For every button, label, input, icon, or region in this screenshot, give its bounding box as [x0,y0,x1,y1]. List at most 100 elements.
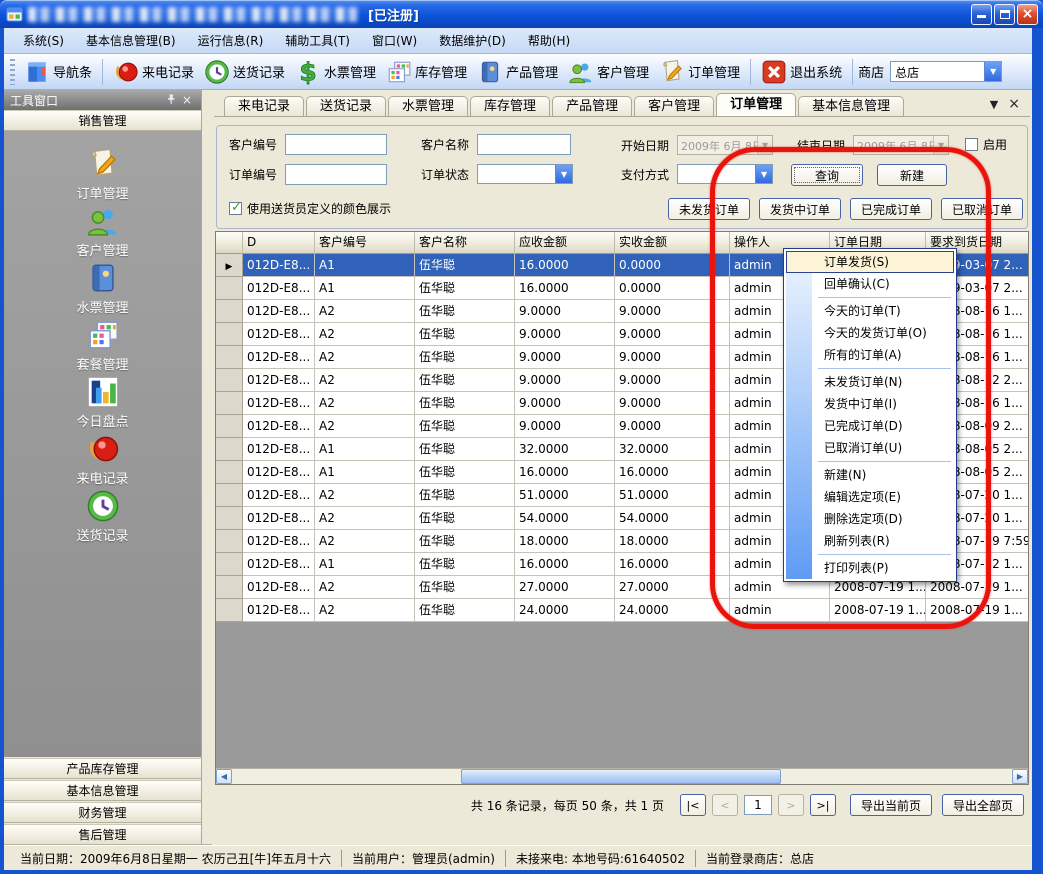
sidebar-item-customer-mgmt[interactable]: 客户管理 [4,204,201,261]
row-selector[interactable] [216,484,243,507]
customer-name-input[interactable] [477,134,571,155]
column-header[interactable]: 应收金额 [515,232,615,254]
scroll-right-icon[interactable]: ▶ [1012,769,1028,784]
color-checkbox-box[interactable] [229,202,242,215]
row-selector[interactable] [216,507,243,530]
tab[interactable]: 基本信息管理 [798,96,904,116]
first-page-button[interactable]: |< [680,794,706,816]
toolbar-call-records-button[interactable]: 来电记录 [108,57,199,87]
sidebar-item-order-mgmt[interactable]: 订单管理 [4,147,201,204]
row-selector[interactable] [216,300,243,323]
status-filter-button[interactable]: 已取消订单 [941,198,1023,220]
tab[interactable]: 订单管理 [716,93,796,116]
tab[interactable]: 来电记录 [224,96,304,116]
sidebar-item-water-ticket-mgmt[interactable]: 水票管理 [4,261,201,318]
last-page-button[interactable]: >| [810,794,836,816]
row-selector[interactable] [216,599,243,622]
toolbar-product-button[interactable]: 产品管理 [472,57,563,87]
context-menu-item[interactable]: 所有的订单(A) [786,344,954,366]
close-button[interactable]: × [1017,4,1038,25]
column-header[interactable]: 实收金额 [615,232,730,254]
sidebar-item-delivery-records[interactable]: 送货记录 [4,489,201,546]
new-button[interactable]: 新建 [877,164,947,186]
context-menu-item[interactable]: 打印列表(P) [786,557,954,579]
row-selector[interactable] [216,254,243,277]
row-selector[interactable] [216,415,243,438]
restore-button[interactable] [994,4,1015,25]
chevron-down-icon[interactable]: ▼ [755,165,772,183]
table-row[interactable]: 012D-E8... A2 伍华聪 24.0000 24.0000 admin … [216,599,1028,622]
toolbar-exit-button[interactable]: 退出系统 [756,57,847,87]
row-selector[interactable] [216,461,243,484]
tab[interactable]: 客户管理 [634,96,714,116]
export-all-pages-button[interactable]: 导出全部页 [942,794,1024,816]
start-date-picker[interactable]: 2009年 6月 8日 ▼ [677,135,773,155]
sidebar-group[interactable]: 产品库存管理 [4,758,201,779]
tab[interactable]: 产品管理 [552,96,632,116]
context-menu-item[interactable]: 已完成订单(D) [786,415,954,437]
row-selector[interactable] [216,323,243,346]
tab-dropdown-icon[interactable]: ▼ [990,98,998,111]
sidebar-group[interactable]: 财务管理 [4,802,201,823]
toolbar-inventory-button[interactable]: 库存管理 [381,57,472,87]
menu-item[interactable]: 窗口(W) [361,29,428,52]
context-menu-item[interactable]: 订单发货(S) [786,251,954,273]
row-selector[interactable] [216,277,243,300]
scroll-left-icon[interactable]: ◀ [216,769,232,784]
toolbar-delivery-records-button[interactable]: 送货记录 [199,57,290,87]
chevron-down-icon[interactable]: ▼ [555,165,572,183]
order-status-select[interactable]: ▼ [477,164,573,184]
column-header[interactable]: 客户名称 [415,232,515,254]
close-icon[interactable]: × [179,93,195,107]
context-menu-item[interactable]: 发货中订单(I) [786,393,954,415]
sidebar-item-call-records[interactable]: 来电记录 [4,432,201,489]
row-selector[interactable] [216,369,243,392]
context-menu-item[interactable]: 今天的发货订单(O) [786,322,954,344]
context-menu-item[interactable]: 编辑选定项(E) [786,486,954,508]
row-selector[interactable] [216,438,243,461]
row-selector[interactable] [216,553,243,576]
shop-select[interactable]: 总店 ▼ [890,61,1002,82]
toolbar-nav-button[interactable]: 导航条 [19,57,97,87]
toolbar-order-button[interactable]: 订单管理 [654,57,745,87]
column-header[interactable]: D [243,232,315,254]
query-button[interactable]: 查询 [791,164,863,186]
next-page-button[interactable]: > [778,794,804,816]
row-selector[interactable] [216,392,243,415]
sidebar-group[interactable]: 售后管理 [4,824,201,845]
sidebar-item-package-mgmt[interactable]: 套餐管理 [4,318,201,375]
status-filter-button[interactable]: 未发货订单 [668,198,750,220]
row-selector[interactable] [216,346,243,369]
toolbar-water-ticket-button[interactable]: 水票管理 [290,57,381,87]
toolbar-customer-button[interactable]: 客户管理 [563,57,654,87]
minimize-button[interactable] [971,4,992,25]
prev-page-button[interactable]: < [712,794,738,816]
order-no-input[interactable] [285,164,387,185]
context-menu-item[interactable]: 已取消订单(U) [786,437,954,459]
menu-item[interactable]: 系统(S) [12,29,75,52]
page-number-input[interactable] [744,795,772,815]
tab-close-icon[interactable]: × [1008,96,1020,112]
context-menu-item[interactable]: 刷新列表(R) [786,530,954,552]
customer-no-input[interactable] [285,134,387,155]
export-current-page-button[interactable]: 导出当前页 [850,794,932,816]
tab[interactable]: 库存管理 [470,96,550,116]
context-menu-item[interactable]: 删除选定项(D) [786,508,954,530]
pin-icon[interactable] [163,93,179,108]
menu-item[interactable]: 数据维护(D) [428,29,517,52]
horizontal-scrollbar[interactable]: ◀ ▶ [216,768,1028,784]
end-date-picker[interactable]: 2009年 6月 8日 ▼ [853,135,949,155]
chevron-down-icon[interactable]: ▼ [984,62,1001,81]
scrollbar-thumb[interactable] [461,769,781,784]
menu-item[interactable]: 帮助(H) [517,29,581,52]
tab[interactable]: 送货记录 [306,96,386,116]
toolbar-grip[interactable] [10,59,15,85]
splitter[interactable] [202,90,212,845]
menu-item[interactable]: 辅助工具(T) [274,29,361,52]
status-filter-button[interactable]: 已完成订单 [850,198,932,220]
context-menu-item[interactable]: 回单确认(C) [786,273,954,295]
column-header[interactable] [216,232,243,254]
context-menu-item[interactable]: 今天的订单(T) [786,300,954,322]
menu-item[interactable]: 基本信息管理(B) [75,29,187,52]
status-filter-button[interactable]: 发货中订单 [759,198,841,220]
